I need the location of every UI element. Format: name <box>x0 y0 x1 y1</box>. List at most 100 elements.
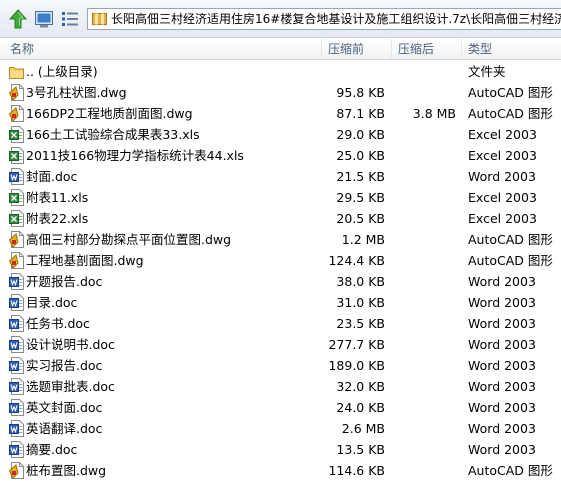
file-row[interactable]: 高佃三村部分勘探点平面位置图.dwg 1.2 MB AutoCAD 图形 <box>0 229 561 250</box>
file-size: 20.5 KB <box>336 211 385 226</box>
file-size: 29.0 KB <box>336 127 385 142</box>
file-row[interactable]: 设计说明书.doc 277.7 KB Word 2003 <box>0 334 561 355</box>
word-file-icon <box>9 399 24 416</box>
file-row[interactable]: 附表11.xls 29.5 KB Excel 2003 <box>0 187 561 208</box>
word-file-icon <box>9 357 24 374</box>
file-size: 95.8 KB <box>336 85 385 100</box>
file-name: 封面.doc <box>26 169 78 184</box>
file-type: AutoCAD 图形 <box>468 106 553 121</box>
file-name: 设计说明书.doc <box>26 337 115 352</box>
file-row[interactable]: 目录.doc 31.0 KB Word 2003 <box>0 292 561 313</box>
file-row[interactable]: 英语翻译.doc 2.6 MB Word 2003 <box>0 418 561 439</box>
dwg-file-icon <box>8 105 24 122</box>
view-mode-icon[interactable] <box>34 9 54 29</box>
file-packed-size <box>392 376 456 397</box>
file-size: 24.0 KB <box>336 400 385 415</box>
file-row[interactable]: 桩布置图.dwg 114.6 KB AutoCAD 图形 <box>0 460 561 481</box>
file-name: 开题报告.doc <box>26 274 103 289</box>
file-packed-size <box>392 61 456 82</box>
word-file-icon <box>9 168 24 185</box>
file-name: 摘要.doc <box>26 442 78 457</box>
file-type: Word 2003 <box>468 358 536 373</box>
word-file-icon <box>9 441 24 458</box>
excel-file-icon <box>9 210 24 227</box>
file-row[interactable]: 工程地基剖面图.dwg 124.4 KB AutoCAD 图形 <box>0 250 561 271</box>
excel-file-icon <box>9 126 24 143</box>
file-size: 1.2 MB <box>341 232 385 247</box>
excel-file-icon <box>9 189 24 206</box>
file-size: 25.0 KB <box>336 148 385 163</box>
file-packed-size: 3.8 MB <box>412 106 456 121</box>
file-row[interactable]: 选题审批表.doc 32.0 KB Word 2003 <box>0 376 561 397</box>
file-packed-size <box>392 166 456 187</box>
file-row[interactable]: 2011技166物理力学指标统计表44.xls 25.0 KB Excel 2003 <box>0 145 561 166</box>
file-row[interactable]: 166DP2工程地质剖面图.dwg 87.1 KB 3.8 MB AutoCAD 图形 <box>0 103 561 124</box>
file-type: Word 2003 <box>468 316 536 331</box>
word-file-icon <box>9 378 24 395</box>
file-name: 3号孔柱状图.dwg <box>26 85 127 100</box>
file-type: AutoCAD 图形 <box>468 85 553 100</box>
file-type: Excel 2003 <box>468 127 537 142</box>
file-packed-size <box>392 229 456 250</box>
word-file-icon <box>9 294 24 311</box>
word-file-icon <box>9 315 24 332</box>
file-row[interactable]: 附表22.xls 20.5 KB Excel 2003 <box>0 208 561 229</box>
file-type: Excel 2003 <box>468 190 537 205</box>
file-size: 38.0 KB <box>336 274 385 289</box>
file-name: 选题审批表.doc <box>26 379 115 394</box>
address-path: 长阳高佃三村经济适用住房16#楼复合地基设计及施工组织设计.7z\长阳高佃三村经… <box>111 12 561 26</box>
dwg-file-icon <box>8 231 24 248</box>
file-size: 29.5 KB <box>336 190 385 205</box>
file-row[interactable]: 开题报告.doc 38.0 KB Word 2003 <box>0 271 561 292</box>
file-row[interactable]: 任务书.doc 23.5 KB Word 2003 <box>0 313 561 334</box>
file-row[interactable]: 封面.doc 21.5 KB Word 2003 <box>0 166 561 187</box>
up-arrow-icon[interactable] <box>8 9 28 29</box>
word-file-icon <box>9 420 24 437</box>
file-row[interactable]: 166土工试验综合成果表33.xls 29.0 KB Excel 2003 <box>0 124 561 145</box>
folder-icon <box>9 63 24 80</box>
file-type: AutoCAD 图形 <box>468 253 553 268</box>
column-packed-header[interactable]: 压缩后 <box>392 39 462 59</box>
file-row[interactable]: .. (上级目录) 文件夹 <box>0 61 561 82</box>
file-packed-size <box>392 124 456 145</box>
file-type: Word 2003 <box>468 400 536 415</box>
file-size: 124.4 KB <box>328 253 385 268</box>
details-view-icon[interactable] <box>60 9 80 29</box>
archive-icon <box>92 12 107 26</box>
file-packed-size <box>392 355 456 376</box>
file-row[interactable]: 实习报告.doc 189.0 KB Word 2003 <box>0 355 561 376</box>
file-type: Word 2003 <box>468 274 536 289</box>
file-row[interactable]: 摘要.doc 13.5 KB Word 2003 <box>0 439 561 460</box>
file-size: 32.0 KB <box>336 379 385 394</box>
file-size: 13.5 KB <box>336 442 385 457</box>
file-type: Word 2003 <box>468 442 536 457</box>
file-type: Excel 2003 <box>468 211 537 226</box>
file-name: 英文封面.doc <box>26 400 103 415</box>
file-name: 英语翻译.doc <box>26 421 103 436</box>
dwg-file-icon <box>8 84 24 101</box>
file-packed-size <box>392 145 456 166</box>
column-size-header[interactable]: 压缩前 <box>322 39 392 59</box>
file-row[interactable]: 3号孔柱状图.dwg 95.8 KB AutoCAD 图形 <box>0 82 561 103</box>
file-name: 目录.doc <box>26 295 78 310</box>
file-name: .. (上级目录) <box>26 64 98 79</box>
column-name-header[interactable]: 名称 <box>4 39 322 59</box>
file-type: AutoCAD 图形 <box>468 232 553 247</box>
file-packed-size <box>392 271 456 292</box>
file-name: 任务书.doc <box>26 316 90 331</box>
file-packed-size <box>392 187 456 208</box>
file-type: Word 2003 <box>468 379 536 394</box>
file-name: 166DP2工程地质剖面图.dwg <box>26 106 193 121</box>
file-name: 桩布置图.dwg <box>26 463 107 478</box>
file-row[interactable]: 英文封面.doc 24.0 KB Word 2003 <box>0 397 561 418</box>
file-packed-size <box>392 334 456 355</box>
address-bar[interactable]: 长阳高佃三村经济适用住房16#楼复合地基设计及施工组织设计.7z\长阳高佃三村经… <box>87 8 561 30</box>
column-type-header[interactable]: 类型 <box>462 39 561 59</box>
file-name: 166土工试验综合成果表33.xls <box>26 127 200 142</box>
file-name: 工程地基剖面图.dwg <box>26 253 144 268</box>
file-type: Word 2003 <box>468 337 536 352</box>
file-list: .. (上级目录) 文件夹 3号孔柱状图.dwg 95.8 KB AutoCAD 图形 1… <box>0 61 561 481</box>
file-packed-size <box>392 313 456 334</box>
file-size <box>322 61 385 82</box>
file-name: 高佃三村部分勘探点平面位置图.dwg <box>26 232 232 247</box>
